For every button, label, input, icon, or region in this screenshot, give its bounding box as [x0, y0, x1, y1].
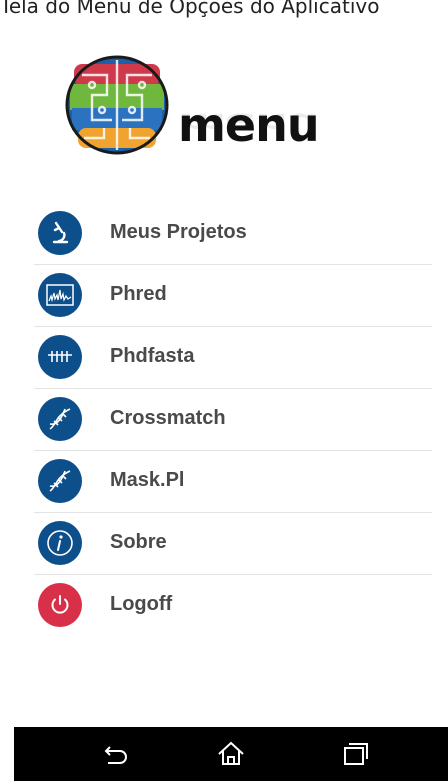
figure-caption: Tela do Menu de Opções do Aplicativo [0, 0, 380, 18]
dna-icon [38, 397, 82, 441]
power-icon [38, 583, 82, 627]
menu-item-phred[interactable]: Phred [34, 265, 432, 327]
menu-item-label: Sobre [110, 531, 167, 553]
dna-icon [38, 459, 82, 503]
menu-item-label: Crossmatch [110, 407, 226, 429]
menu-item-phdfasta[interactable]: Phdfasta [34, 327, 432, 389]
sequence-icon [38, 335, 82, 379]
menu-item-mask-pl[interactable]: Mask.Pl [34, 451, 432, 513]
home-icon[interactable] [216, 739, 246, 769]
menu-item-label: Logoff [110, 593, 173, 615]
menu-logo: menu menu [62, 40, 352, 190]
recent-apps-icon[interactable] [340, 739, 370, 769]
menu-item-label: Meus Projetos [110, 221, 247, 243]
menu-item-sobre[interactable]: Sobre [34, 513, 432, 575]
menu-item-logoff[interactable]: Logoff [34, 575, 432, 636]
app-screen: menu menu Meus Projetos Phred Phdfasta C… [14, 18, 448, 781]
menu-item-label: Phdfasta [110, 345, 195, 367]
system-navigation-bar [14, 727, 448, 781]
microscope-icon [38, 211, 82, 255]
menu-item-meus-projetos[interactable]: Meus Projetos [34, 203, 432, 265]
menu-item-label: Phred [110, 283, 167, 305]
logo-reflection: menu [178, 107, 319, 140]
info-icon [38, 521, 82, 565]
menu-item-crossmatch[interactable]: Crossmatch [34, 389, 432, 451]
chromatogram-icon [38, 273, 82, 317]
main-menu: Meus Projetos Phred Phdfasta Crossmatch … [34, 203, 432, 636]
back-icon[interactable] [100, 739, 130, 769]
brain-logo-icon [65, 55, 169, 155]
menu-item-label: Mask.Pl [110, 469, 185, 491]
